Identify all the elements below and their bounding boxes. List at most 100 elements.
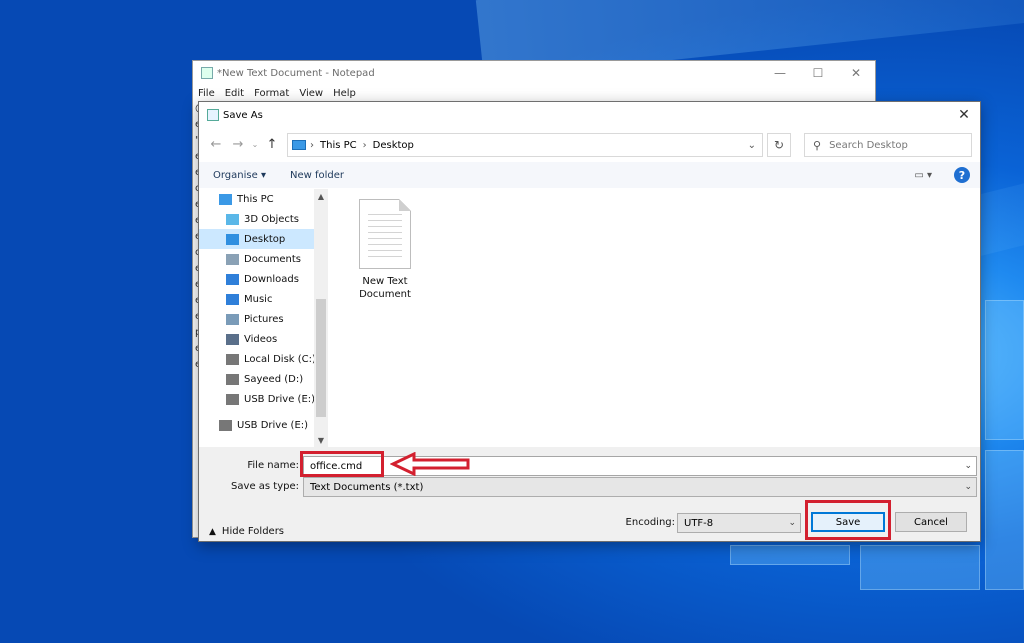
notepad-window-controls: — ☐ ✕: [761, 61, 875, 85]
menu-view[interactable]: View: [299, 88, 323, 99]
nav-item-label: Music: [244, 293, 273, 305]
navigation-pane: This PC 3D Objects Desktop Documents Downloa…: [199, 189, 327, 447]
chevron-down-icon[interactable]: ⌄: [748, 140, 756, 151]
scroll-thumb[interactable]: [316, 299, 326, 417]
encoding-select[interactable]: UTF-8 ⌄: [677, 513, 801, 533]
menu-file[interactable]: File: [198, 88, 215, 99]
file-name-line2: Document: [359, 289, 411, 300]
organise-button[interactable]: Organise ▾: [199, 170, 278, 181]
breadcrumb-desktop[interactable]: Desktop: [373, 140, 414, 151]
nav-item-label: 3D Objects: [244, 213, 300, 225]
chevron-up-icon: ▲: [209, 526, 216, 537]
chevron-down-icon[interactable]: ⌄: [964, 482, 972, 492]
chevron-down-icon[interactable]: ⌄: [788, 518, 796, 528]
nav-item-downloads[interactable]: Downloads: [199, 269, 327, 289]
videos-icon: [226, 333, 239, 345]
this-pc-icon: [219, 193, 232, 205]
minimize-button[interactable]: —: [761, 61, 799, 85]
annotation-arrow-icon: [390, 452, 470, 476]
nav-item-documents[interactable]: Documents: [199, 249, 327, 269]
view-options-icon[interactable]: ▭ ▾: [914, 170, 932, 181]
breadcrumb-separator-icon: ›: [310, 139, 314, 151]
file-name-line1: New Text: [362, 276, 408, 287]
nav-item-label: Sayeed (D:): [244, 373, 304, 385]
menu-help[interactable]: Help: [333, 88, 356, 99]
up-arrow-icon[interactable]: ↑: [261, 133, 283, 155]
window-logo-pane: [985, 300, 1024, 440]
dialog-titlebar: Save As: [199, 102, 980, 128]
maximize-button[interactable]: ☐: [799, 61, 837, 85]
dialog-title: Save As: [223, 109, 263, 121]
scroll-up-icon[interactable]: ▲: [314, 189, 328, 203]
file-list: New Text Document: [329, 189, 980, 447]
navigation-scrollbar[interactable]: ▲ ▼: [314, 189, 328, 447]
help-icon[interactable]: ?: [954, 167, 970, 183]
nav-item-this-pc[interactable]: This PC: [199, 189, 327, 209]
menu-edit[interactable]: Edit: [225, 88, 244, 99]
nav-item-usb-drive-e[interactable]: USB Drive (E:): [199, 389, 327, 409]
nav-item-videos[interactable]: Videos: [199, 329, 327, 349]
nav-item-desktop[interactable]: Desktop: [199, 229, 327, 249]
documents-icon: [226, 253, 239, 265]
encoding-label: Encoding:: [625, 517, 675, 528]
menu-format[interactable]: Format: [254, 88, 289, 99]
nav-item-pictures[interactable]: Pictures: [199, 309, 327, 329]
nav-item-label: Videos: [244, 333, 278, 345]
command-bar: Organise ▾ New folder ▭ ▾ ?: [199, 162, 980, 188]
scroll-down-icon[interactable]: ▼: [314, 433, 328, 447]
nav-item-label: USB Drive (E:): [244, 393, 316, 405]
save-as-type-select[interactable]: Text Documents (*.txt) ⌄: [303, 477, 977, 497]
new-folder-button[interactable]: New folder: [278, 170, 356, 181]
back-arrow-icon[interactable]: ←: [205, 133, 227, 155]
encoding-value: UTF-8: [684, 517, 714, 529]
cancel-button[interactable]: Cancel: [895, 512, 967, 532]
navigation-bar: ← → ⌄ ↑ › This PC › Desktop ⌄ ↻ ⚲ Search…: [199, 131, 980, 157]
hide-folders-button[interactable]: ▲ Hide Folders: [209, 526, 284, 537]
nav-item-local-disk-c[interactable]: Local Disk (C:): [199, 349, 327, 369]
cube-icon: [226, 213, 239, 225]
breadcrumb-this-pc[interactable]: This PC: [320, 140, 357, 151]
this-pc-icon: [292, 140, 306, 150]
download-icon: [226, 273, 239, 285]
close-button[interactable]: ✕: [952, 104, 976, 126]
nav-item-music[interactable]: Music: [199, 289, 327, 309]
search-input[interactable]: ⚲ Search Desktop: [804, 133, 972, 157]
save-as-type-value: Text Documents (*.txt): [310, 481, 424, 493]
window-logo-pane: [985, 450, 1024, 590]
address-bar[interactable]: › This PC › Desktop ⌄: [287, 133, 763, 157]
nav-item-sayeed-d[interactable]: Sayeed (D:): [199, 369, 327, 389]
nav-item-label: USB Drive (E:): [237, 419, 309, 431]
forward-arrow-icon[interactable]: →: [227, 133, 249, 155]
nav-item-label: Pictures: [244, 313, 284, 325]
file-name-label: File name:: [247, 460, 299, 471]
search-icon: ⚲: [813, 138, 822, 152]
usb-drive-icon: [226, 393, 239, 405]
window-logo-pane: [860, 545, 980, 590]
file-name-highlight: [300, 451, 384, 477]
window-logo-pane: [730, 545, 850, 565]
chevron-down-icon[interactable]: ⌄: [964, 461, 972, 471]
nav-item-label: Local Disk (C:): [244, 353, 316, 365]
recent-chevron-icon[interactable]: ⌄: [249, 133, 261, 155]
usb-drive-icon: [219, 419, 232, 431]
music-icon: [226, 293, 239, 305]
pictures-icon: [226, 313, 239, 325]
desktop-icon: [226, 233, 239, 245]
text-document-icon: [359, 199, 411, 269]
nav-item-label: Downloads: [244, 273, 299, 285]
refresh-icon[interactable]: ↻: [767, 133, 791, 157]
save-button-highlight: [805, 500, 891, 540]
close-button[interactable]: ✕: [837, 61, 875, 85]
file-item[interactable]: New Text Document: [355, 199, 415, 301]
notepad-icon: [201, 67, 213, 79]
disk-icon: [226, 373, 239, 385]
notepad-title: *New Text Document - Notepad: [217, 67, 375, 79]
nav-item-usb-drive-e[interactable]: USB Drive (E:): [199, 415, 327, 435]
nav-item-label: This PC: [237, 193, 274, 205]
save-as-type-label: Save as type:: [231, 481, 299, 492]
nav-item-label: Desktop: [244, 233, 286, 245]
breadcrumb-separator-icon: ›: [362, 139, 367, 151]
search-placeholder: Search Desktop: [829, 139, 908, 151]
nav-item-3d-objects[interactable]: 3D Objects: [199, 209, 327, 229]
notepad-menubar: File Edit Format View Help: [193, 85, 875, 101]
